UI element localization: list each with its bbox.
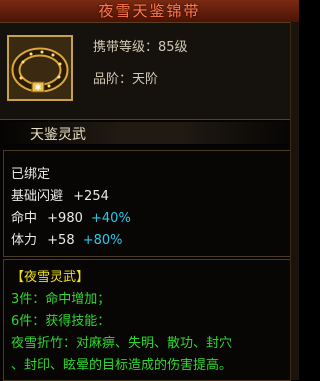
set-name: 【夜雪灵武】 [11, 270, 90, 285]
bound-status: 已绑定 [11, 167, 51, 182]
set-piece-6: 6件：获得技能： [11, 310, 110, 329]
golden-belt-icon: ✱ [9, 37, 71, 99]
stat-stamina-bonus: +80% [82, 233, 123, 248]
item-subtitle-bar: 天鉴灵武 [0, 122, 299, 144]
stat-dodge-label: 基础闪避 [11, 189, 64, 204]
stat-hit-label: 命中 [11, 211, 38, 226]
item-subtitle: 天鉴灵武 [30, 127, 86, 143]
set-piece-3: 3件：命中增加； [11, 288, 110, 307]
stat-stamina-value: +58 [47, 233, 75, 248]
set-piece-6-count: 6件： [11, 314, 46, 329]
stat-hit-bonus: +40% [91, 211, 131, 226]
set-piece-6-effect: 获得技能： [45, 314, 111, 329]
set-piece-3-effect: 命中增加； [45, 292, 111, 307]
set-bonus-panel: 【夜雪灵武】 3件：命中增加； 6件：获得技能： 夜雪折竹：对麻痹、失明、散功、… [3, 259, 291, 381]
tooltip-scrollbar[interactable] [290, 22, 299, 380]
stat-dodge: 基础闪避 +254 [11, 185, 109, 204]
stat-stamina-label: 体力 [11, 233, 38, 248]
carry-level: 携带等级：85级 [93, 40, 188, 55]
svg-text:✱: ✱ [35, 83, 42, 92]
item-title: 夜雪天鉴锦带 [98, 2, 201, 20]
stat-dodge-value: +254 [73, 189, 109, 204]
item-rank: 品阶：天阶 [93, 72, 159, 87]
set-piece-3-count: 3件： [11, 292, 46, 307]
set-skill-desc-line2: 、封印、眩晕的目标造成的伤害提高。 [11, 358, 233, 373]
item-tooltip: 夜雪天鉴锦带 ✱ 携带等级：85级 品阶：天阶 天鉴灵武 已绑定 基础闪避 +2… [0, 0, 299, 381]
item-header-panel: ✱ 携带等级：85级 品阶：天阶 [0, 22, 299, 120]
stat-hit: 命中 +980 +40% [11, 207, 131, 226]
item-icon-frame[interactable]: ✱ [7, 35, 73, 101]
stat-hit-value: +980 [47, 211, 83, 226]
stats-panel: 已绑定 基础闪避 +254 命中 +980 +40% 体力 +58 +80% [3, 150, 291, 257]
title-bar: 夜雪天鉴锦带 [0, 0, 299, 23]
set-skill-desc-line1: 夜雪折竹：对麻痹、失明、散功、封穴 [11, 336, 233, 351]
stat-stamina: 体力 +58 +80% [11, 229, 123, 248]
